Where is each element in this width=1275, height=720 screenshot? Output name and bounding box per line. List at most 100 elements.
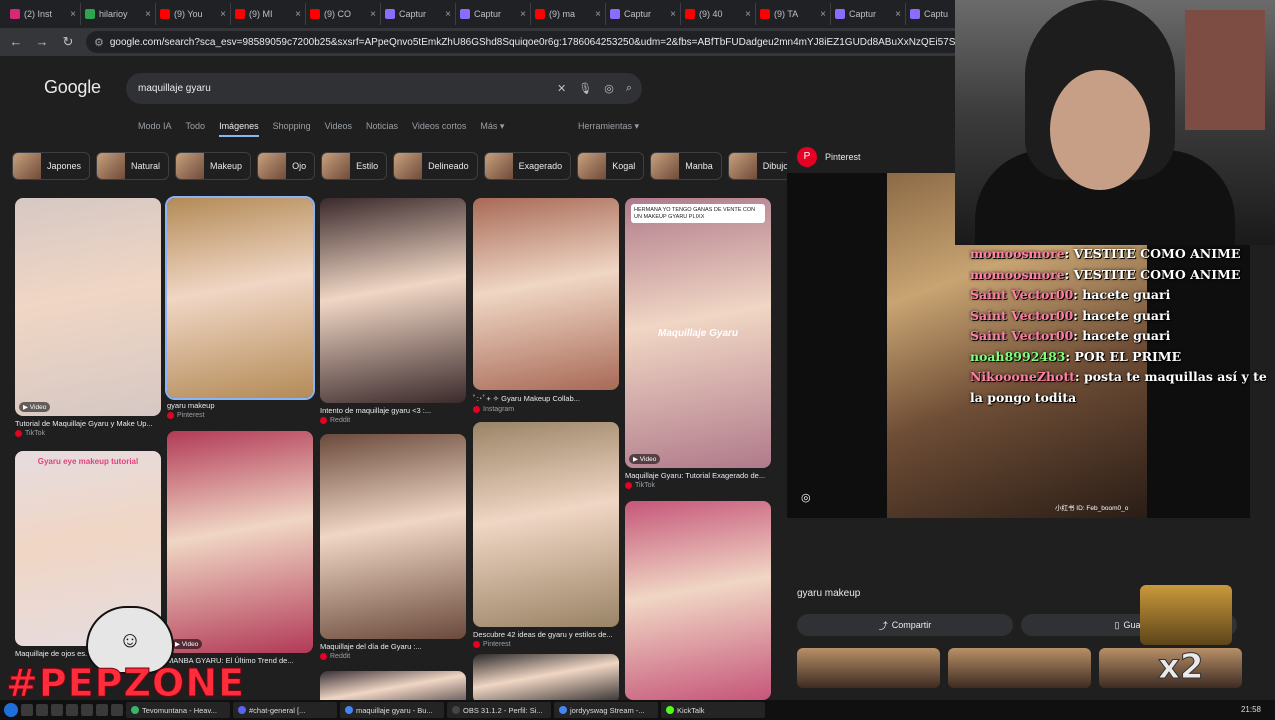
result-image[interactable]	[165, 196, 315, 400]
image-result[interactable]: Maquillaje del día de Gyaru :... Reddit	[320, 434, 466, 660]
tab-todo[interactable]: Todo	[186, 121, 206, 137]
share-button[interactable]: ⤴ Compartir	[797, 614, 1013, 636]
result-source[interactable]: Pinterest	[167, 412, 313, 419]
search-box[interactable]: maquillaje gyaru ✕ 🎙 ◎ ⌕	[126, 73, 642, 104]
result-image[interactable]: ▶ Video Maquillaje Gyaru HERMANA YO TENGO …	[625, 198, 771, 468]
tools-button[interactable]: Herramientas ▾	[578, 121, 639, 132]
tab-shopping[interactable]: Shopping	[273, 121, 311, 137]
result-image[interactable]: ▶ Video	[15, 198, 161, 416]
browser-tab[interactable]: (9) ma ×	[531, 3, 606, 25]
result-caption[interactable]: Maquillaje del día de Gyaru :...	[320, 642, 466, 651]
tab-close-icon[interactable]: ×	[895, 9, 901, 20]
tab-close-icon[interactable]: ×	[445, 9, 451, 20]
image-result[interactable]: gyaru makeup Pinterest	[165, 196, 315, 419]
taskbar-window[interactable]: KickTalk	[661, 702, 765, 718]
browser-tab[interactable]: (9) You ×	[156, 3, 231, 25]
browser-tab[interactable]: (2) Inst ×	[6, 3, 81, 25]
result-image[interactable]	[473, 198, 619, 390]
taskbar-window[interactable]: maquillaje gyaru - Bu...	[340, 702, 444, 718]
result-source[interactable]: Reddit	[320, 653, 466, 660]
chip-ojo[interactable]: Ojo	[257, 152, 316, 180]
tab-close-icon[interactable]: ×	[145, 9, 151, 20]
result-caption[interactable]: Intento de maquillaje gyaru <3 :...	[320, 406, 466, 415]
image-result[interactable]: ﾟ:･ﾟ+ ✧ Gyaru Makeup Collab... Instagram	[473, 198, 619, 413]
result-caption[interactable]: Descubre 42 ideas de gyaru y estilos de.…	[473, 630, 619, 639]
image-result[interactable]: Descubre 42 ideas de gyaru y estilos de.…	[473, 422, 619, 648]
chip-manba[interactable]: Manba	[650, 152, 722, 180]
result-caption[interactable]: Maquillaje Gyaru: Tutorial Exagerado de.…	[625, 471, 771, 480]
result-image[interactable]	[320, 198, 466, 403]
tab-videos[interactable]: Videos	[325, 121, 352, 137]
microphone-icon[interactable]: 🎙	[578, 82, 592, 95]
chip-exagerado[interactable]: Exagerado	[483, 152, 572, 180]
chip-delineado[interactable]: Delineado	[393, 152, 478, 180]
tab-imágenes[interactable]: Imágenes	[219, 121, 259, 137]
lens-search-icon[interactable]: ◎	[801, 491, 811, 504]
image-result[interactable]: ▶ Video Tutorial de Maquillaje Gyaru y Ma…	[15, 198, 161, 437]
tab-close-icon[interactable]: ×	[520, 9, 526, 20]
result-image[interactable]	[625, 501, 771, 700]
browser-tab[interactable]: (9) TA ×	[756, 3, 831, 25]
result-source[interactable]: TikTok	[15, 430, 161, 437]
browser-tab[interactable]: Captur ×	[606, 3, 681, 25]
tab-close-icon[interactable]: ×	[70, 9, 76, 20]
related-thumbnail[interactable]	[948, 648, 1091, 688]
result-source[interactable]: Reddit	[320, 417, 466, 424]
tab-close-icon[interactable]: ×	[745, 9, 751, 20]
image-result[interactable]: Intento de maquillaje gyaru <3 :... Reddi…	[320, 198, 466, 424]
result-source[interactable]: TikTok	[625, 482, 771, 489]
tab-noticias[interactable]: Noticias	[366, 121, 398, 137]
image-result[interactable]	[625, 501, 771, 700]
tab-close-icon[interactable]: ×	[595, 9, 601, 20]
pinned-app-icon[interactable]	[111, 704, 123, 716]
image-result[interactable]: ▶ Video MANBA GYARU: El Último Trend de..…	[167, 431, 313, 665]
pinned-app-icon[interactable]	[81, 704, 93, 716]
browser-tab[interactable]: Captur ×	[831, 3, 906, 25]
google-logo[interactable]: Google	[44, 77, 101, 98]
taskbar-window[interactable]: jordyyswag Stream -...	[554, 702, 658, 718]
tab-close-icon[interactable]: ×	[820, 9, 826, 20]
pinned-app-icon[interactable]	[51, 704, 63, 716]
site-info-icon[interactable]: ⚙	[94, 36, 104, 49]
taskbar-window[interactable]: Tevomuntana - Heav...	[126, 702, 230, 718]
tab-más-[interactable]: Más ▾	[480, 121, 504, 137]
chip-kogal[interactable]: Kogal	[577, 152, 645, 180]
related-thumbnail[interactable]	[797, 648, 940, 688]
search-icon[interactable]: ⌕	[626, 82, 632, 95]
taskbar-window[interactable]: OBS 31.1.2 - Perfil: Si...	[447, 702, 551, 718]
forward-icon[interactable]: →	[34, 34, 50, 50]
result-source[interactable]: Instagram	[473, 406, 619, 413]
browser-tab[interactable]: (9) 40 ×	[681, 3, 756, 25]
chip-natural[interactable]: Natural	[96, 152, 170, 180]
pinned-app-icon[interactable]	[21, 704, 33, 716]
result-caption[interactable]: Tutorial de Maquillaje Gyaru y Make Up..…	[15, 419, 161, 428]
chip-makeup[interactable]: Makeup	[175, 152, 252, 180]
chip-estilo[interactable]: Estilo	[321, 152, 388, 180]
image-result[interactable]	[473, 654, 619, 700]
result-image[interactable]	[320, 671, 466, 700]
browser-tab[interactable]: (9) MI ×	[231, 3, 306, 25]
reload-icon[interactable]: ↻	[60, 34, 76, 50]
search-input[interactable]: maquillaje gyaru	[138, 83, 545, 94]
result-image[interactable]	[473, 422, 619, 627]
browser-tab[interactable]: (9) CO ×	[306, 3, 381, 25]
back-icon[interactable]: ←	[8, 34, 24, 50]
image-result[interactable]: ▶ Video Maquillaje Gyaru HERMANA YO TENGO …	[625, 198, 771, 489]
start-button-icon[interactable]	[4, 703, 18, 717]
tab-close-icon[interactable]: ×	[370, 9, 376, 20]
browser-tab[interactable]: Captur ×	[381, 3, 456, 25]
pinned-app-icon[interactable]	[66, 704, 78, 716]
tab-close-icon[interactable]: ×	[295, 9, 301, 20]
lens-icon[interactable]: ◎	[604, 82, 614, 95]
browser-tab[interactable]: hilarioy ×	[81, 3, 156, 25]
tab-close-icon[interactable]: ×	[670, 9, 676, 20]
result-caption[interactable]: gyaru makeup	[167, 401, 313, 410]
pinned-app-icon[interactable]	[36, 704, 48, 716]
tab-modo-ia[interactable]: Modo IA	[138, 121, 172, 137]
preview-title[interactable]: gyaru makeup	[797, 588, 860, 599]
preview-source[interactable]: P Pinterest	[797, 147, 861, 167]
tab-videos-cortos[interactable]: Videos cortos	[412, 121, 466, 137]
result-image[interactable]	[320, 434, 466, 639]
taskbar-window[interactable]: #chat-general [...	[233, 702, 337, 718]
pinned-app-icon[interactable]	[96, 704, 108, 716]
